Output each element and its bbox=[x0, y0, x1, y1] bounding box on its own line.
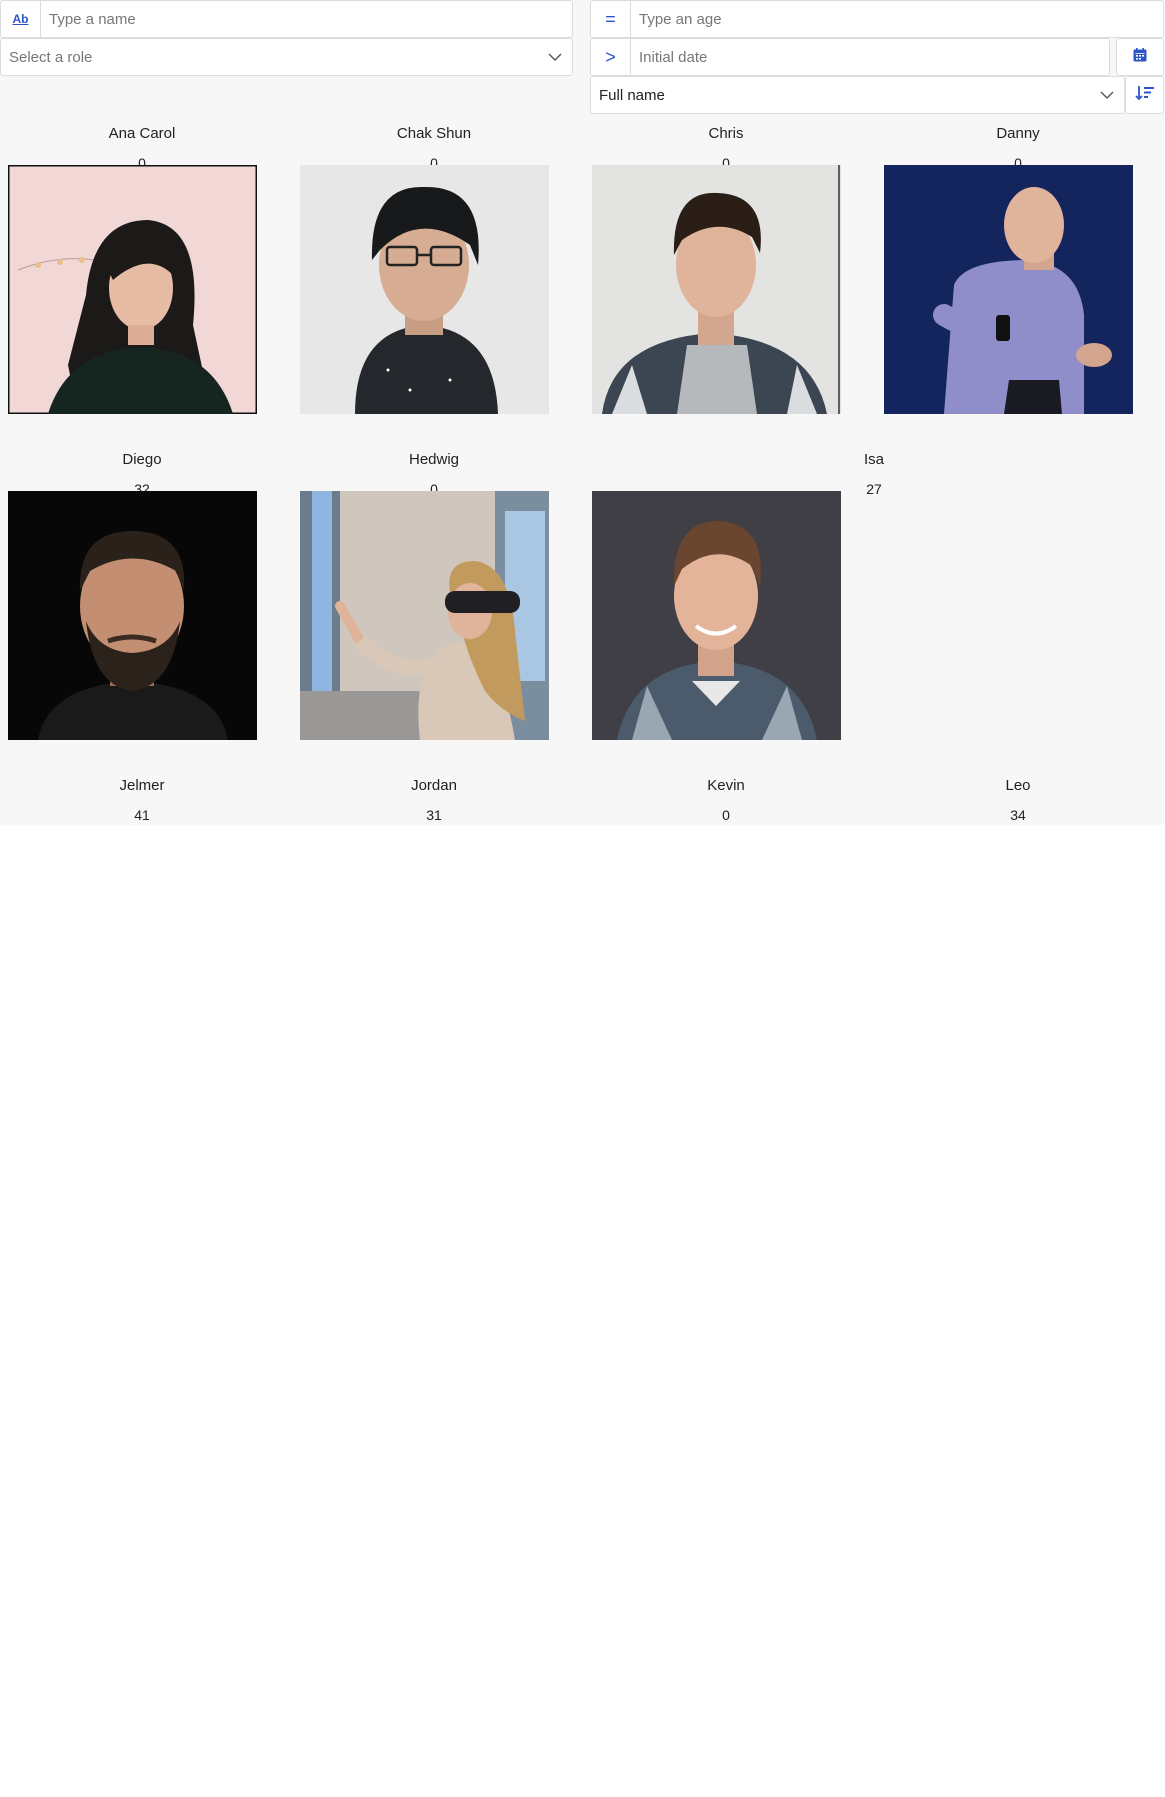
age-input[interactable] bbox=[631, 1, 1163, 37]
person-name: Hedwig bbox=[408, 451, 460, 468]
person-age: 31 bbox=[426, 807, 442, 823]
person-age: 34 bbox=[1010, 807, 1026, 823]
person-photo bbox=[300, 165, 549, 414]
sort-direction-button[interactable] bbox=[1125, 76, 1164, 114]
person-photo bbox=[884, 165, 1133, 414]
person-name: Jordan bbox=[411, 777, 457, 794]
person-age: 0 bbox=[722, 807, 730, 823]
person-photo bbox=[8, 165, 257, 414]
chevron-down-icon bbox=[538, 53, 572, 62]
person-name: Diego bbox=[122, 451, 162, 468]
team-browser: Ab Select a role = > bbox=[0, 0, 1164, 825]
person-photo bbox=[300, 491, 549, 740]
equals-operator: = bbox=[605, 8, 616, 29]
person-name: Kevin bbox=[707, 777, 745, 794]
person-photo bbox=[592, 165, 841, 414]
chevron-down-icon bbox=[1090, 91, 1124, 100]
person-name: Leo bbox=[1005, 777, 1031, 794]
person-photo bbox=[8, 491, 257, 740]
date-picker-button[interactable] bbox=[1116, 38, 1164, 76]
person-name: Danny bbox=[996, 125, 1040, 142]
sort-select[interactable]: Full name bbox=[590, 76, 1125, 114]
name-filter: Ab bbox=[0, 0, 573, 38]
age-filter: = bbox=[590, 0, 1164, 38]
sort-descending-icon bbox=[1134, 85, 1155, 106]
person-photo bbox=[592, 491, 841, 740]
person-name: Isa bbox=[863, 451, 884, 468]
text-match-label: Ab bbox=[12, 12, 29, 26]
person-name: Chak Shun bbox=[396, 125, 472, 142]
person-name: Jelmer bbox=[119, 777, 165, 794]
name-input[interactable] bbox=[41, 1, 572, 37]
age-operator-toggle[interactable]: = bbox=[591, 1, 631, 37]
person-age: 41 bbox=[134, 807, 150, 823]
date-input[interactable] bbox=[631, 39, 1109, 75]
date-filter: > bbox=[590, 38, 1110, 76]
date-operator-toggle[interactable]: > bbox=[591, 39, 631, 75]
greater-than-operator: > bbox=[605, 46, 616, 67]
sort-select-value: Full name bbox=[599, 86, 665, 104]
person-name: Chris bbox=[708, 125, 744, 142]
role-select[interactable]: Select a role bbox=[0, 38, 573, 76]
text-match-toggle[interactable]: Ab bbox=[1, 1, 41, 37]
calendar-icon bbox=[1133, 47, 1147, 67]
person-name: Ana Carol bbox=[108, 125, 176, 142]
role-select-placeholder: Select a role bbox=[9, 48, 93, 66]
